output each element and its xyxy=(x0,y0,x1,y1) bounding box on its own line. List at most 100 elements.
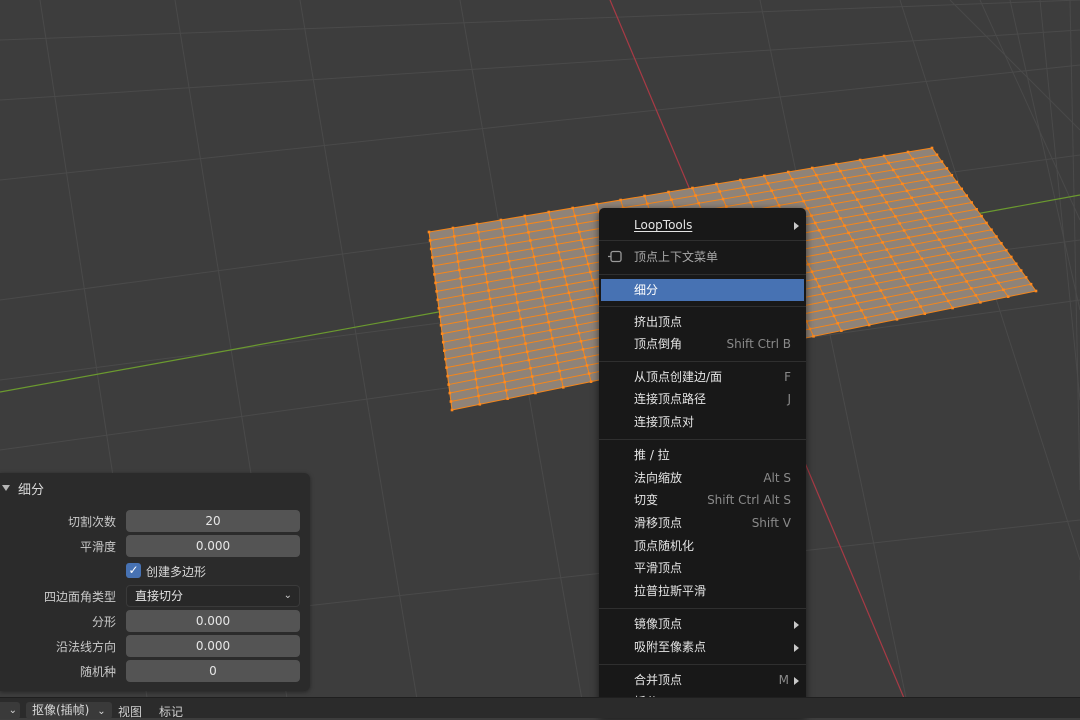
marker-menu[interactable]: 标记 xyxy=(159,703,183,720)
mesh-vertex xyxy=(475,222,479,226)
mesh-vertex xyxy=(969,287,973,290)
mesh-vertex xyxy=(493,322,496,326)
quad-corner-type-dropdown[interactable]: 直接切分 ⌄ xyxy=(126,585,300,607)
mesh-vertex xyxy=(504,243,508,247)
menu-item-subdivide[interactable]: 细分 xyxy=(601,279,804,301)
mesh-vertex xyxy=(885,200,888,204)
menu-item-extrude-vertices[interactable]: 挤出顶点 xyxy=(599,311,806,333)
mesh-vertex xyxy=(924,264,928,268)
mesh-vertex xyxy=(580,238,583,242)
operator-panel-title: 细分 xyxy=(18,482,45,498)
mesh-vertex xyxy=(523,214,527,218)
mesh-vertex xyxy=(646,202,649,206)
mesh-vertex xyxy=(448,391,452,395)
mesh-vertex xyxy=(951,259,955,262)
create-ngons-checkbox[interactable]: ✓ xyxy=(126,563,141,578)
menu-item-slide-vertices[interactable]: 滑移顶点 Shift V xyxy=(599,512,806,534)
menu-item-push-pull[interactable]: 推 / 拉 xyxy=(599,444,806,466)
mesh-vertex xyxy=(534,391,537,395)
mesh-vertex xyxy=(571,307,575,311)
create-ngons-label[interactable]: 创建多边形 xyxy=(146,563,206,580)
mesh-vertex xyxy=(872,226,876,230)
menu-item-shear[interactable]: 切变 Shift Ctrl Alt S xyxy=(599,489,806,511)
mesh-vertex xyxy=(715,182,718,186)
chevron-down-icon: ⌄ xyxy=(97,706,106,717)
menu-item-snap-to-pixel[interactable]: 吸附至像素点 xyxy=(599,636,806,658)
checkmark-icon: ✓ xyxy=(128,563,139,577)
menu-item-smooth-vertices[interactable]: 平滑顶点 xyxy=(599,557,806,579)
mesh-vertex xyxy=(524,342,527,345)
mesh-vertex xyxy=(837,265,840,269)
mesh-vertex xyxy=(718,190,722,193)
menu-item-merge-vertices[interactable]: 合并顶点 M xyxy=(599,669,806,691)
smoothness-field[interactable]: 0.000 xyxy=(126,535,300,557)
mesh-vertex xyxy=(946,252,950,255)
mesh-vertex xyxy=(543,304,547,308)
keying-dropdown[interactable]: 抠像(插帧) ⌄ xyxy=(26,702,112,719)
mesh-vertex xyxy=(844,279,848,283)
mesh-vertex xyxy=(766,182,770,185)
mode-dropdown[interactable]: ⌄ xyxy=(0,702,20,719)
menu-title-vertex-context: 顶点上下文菜单 xyxy=(599,246,806,268)
mesh-vertex xyxy=(464,310,468,314)
menu-item-bevel-vertices[interactable]: 顶点倒角 Shift Ctrl B xyxy=(599,333,806,355)
mesh-vertex xyxy=(584,254,588,258)
fractal-row: 分形 0.000 xyxy=(0,610,310,632)
menu-item-randomize-vertices[interactable]: 顶点随机化 xyxy=(599,535,806,557)
mesh-vertex xyxy=(851,238,854,242)
mesh-vertex xyxy=(871,274,875,278)
menu-item-new-edge-face[interactable]: 从顶点创建边/面 F xyxy=(599,366,806,388)
menu-separator xyxy=(599,361,806,362)
number-of-cuts-field[interactable]: 20 xyxy=(126,510,300,532)
menu-item-shrink-fatten[interactable]: 法向缩放 Alt S xyxy=(599,467,806,489)
menu-item-label: 平滑顶点 xyxy=(634,561,683,575)
mesh-vertex xyxy=(875,282,879,285)
mesh-vertex xyxy=(825,299,828,303)
mesh-vertex xyxy=(942,245,946,248)
mesh-vertex xyxy=(940,198,943,202)
along-normal-field[interactable]: 0.000 xyxy=(126,635,300,657)
mesh-vertex xyxy=(933,278,937,282)
along-normal-label: 沿法线方向 xyxy=(55,640,116,654)
mesh-vertex xyxy=(459,277,462,280)
mesh-vertex xyxy=(843,176,846,180)
mesh-vertex xyxy=(956,266,959,269)
menu-item-label: 从顶点创建边/面 xyxy=(634,370,723,384)
mesh-vertex xyxy=(814,277,817,281)
menu-item-connect-vertex-pairs[interactable]: 连接顶点对 xyxy=(599,411,806,433)
mesh-vertex xyxy=(823,188,826,191)
mesh-vertex xyxy=(916,250,919,253)
menu-item-looptools[interactable]: LoopTools xyxy=(599,214,806,236)
menu-item-laplacian-smooth[interactable]: 拉普拉斯平滑 xyxy=(599,580,806,602)
operator-panel-header[interactable]: 细分 xyxy=(0,479,45,498)
mesh-vertex xyxy=(929,271,932,275)
mesh-vertex xyxy=(910,290,914,294)
mesh-vertex xyxy=(965,194,968,197)
mesh-vertex xyxy=(817,228,821,232)
collapse-triangle-icon[interactable] xyxy=(2,485,10,491)
mesh-vertex xyxy=(889,255,893,258)
menu-item-mirror-vertices[interactable]: 镜像顶点 xyxy=(599,613,806,635)
menu-item-label: 顶点随机化 xyxy=(634,539,695,553)
vertex-context-menu[interactable]: LoopTools 顶点上下文菜单 细分 挤出顶点 顶点倒角 Shift Ctr… xyxy=(599,208,806,717)
mesh-vertex xyxy=(973,247,977,250)
menu-item-connect-vertex-path[interactable]: 连接顶点路径 J xyxy=(599,388,806,410)
mesh-vertex xyxy=(436,298,440,302)
subdivide-operator-panel[interactable]: 细分 切割次数 20 平滑度 0.000 ✓ 创建多边形 四边面角类型 直接切分… xyxy=(0,473,310,691)
menu-item-label: 连接顶点路径 xyxy=(634,392,707,406)
mesh-vertex xyxy=(494,330,498,334)
mesh-vertex xyxy=(511,276,514,279)
mesh-vertex xyxy=(876,186,880,190)
number-of-cuts-row: 切割次数 20 xyxy=(0,510,310,532)
mesh-vertex xyxy=(950,173,954,177)
menu-item-label: 顶点倒角 xyxy=(634,337,683,351)
mesh-vertex xyxy=(920,257,924,260)
mesh-vertex xyxy=(557,251,561,254)
mesh-vertex xyxy=(569,299,573,303)
mesh-vertex xyxy=(501,372,505,376)
random-seed-field[interactable]: 0 xyxy=(126,660,300,682)
mesh-vertex xyxy=(506,397,509,400)
view-menu[interactable]: 视图 xyxy=(118,703,142,720)
fractal-field[interactable]: 0.000 xyxy=(126,610,300,632)
mesh-vertex xyxy=(893,262,897,266)
